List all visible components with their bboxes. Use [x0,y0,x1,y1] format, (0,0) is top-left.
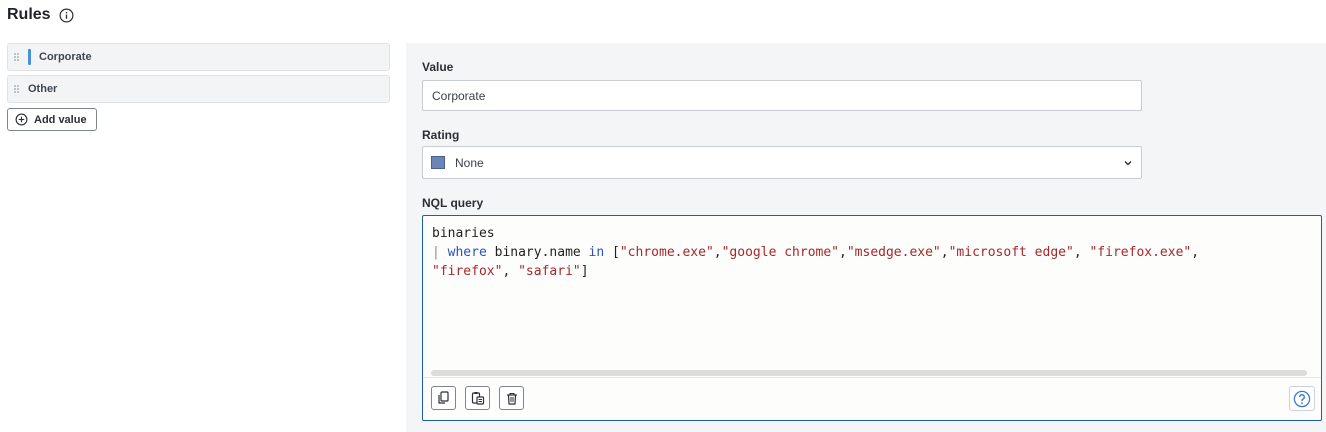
chevron-down-icon [1124,161,1132,166]
help-button[interactable] [1289,386,1315,411]
nql-query-label: NQL query [422,196,484,210]
code-token: "google chrome" [721,245,840,260]
code-token: "microsoft edge" [948,245,1074,260]
code-token: binary.name [494,245,581,260]
code-token: "firefox.exe" [1089,245,1192,260]
copy-button[interactable] [431,386,456,410]
drag-handle-icon[interactable] [13,52,21,62]
rating-color-swatch [431,156,445,169]
rule-item-label: Other [28,83,58,95]
code-token: ] [580,264,589,279]
code-token: [ [612,245,620,260]
selected-indicator [28,49,31,65]
horizontal-scrollbar[interactable] [431,370,1307,376]
code-token: binaries [432,226,495,241]
rating-value: None [455,155,484,170]
code-token: in [588,245,605,260]
copy-icon [438,391,449,404]
delete-button[interactable] [499,386,524,410]
code-token: "chrome.exe" [619,245,714,260]
drag-handle-icon[interactable] [13,84,21,94]
value-label: Value [422,60,454,74]
nql-query-editor[interactable]: binaries | where binary.name in ["chrome… [422,215,1322,421]
rule-item-label: Corporate [39,51,92,63]
code-token: "firefox" [432,264,503,279]
editor-toolbar [423,377,1321,421]
rule-detail-panel: Value Corporate Rating None NQL query bi… [406,43,1326,432]
code-token: "safari" [518,264,581,279]
page-title: Rules [7,6,51,23]
trash-icon [506,392,517,405]
help-icon [1293,390,1311,407]
rating-select[interactable]: None [422,146,1142,179]
rating-label: Rating [422,128,460,142]
plus-circle-icon [15,113,28,126]
paste-icon [471,392,484,405]
rule-item-corporate[interactable]: Corporate [7,43,390,71]
paste-button[interactable] [465,386,490,410]
add-value-label: Add value [34,113,87,126]
rules-list: Corporate Other Add value [7,43,390,131]
code-token: where [447,245,487,260]
code-token: | [432,245,440,260]
value-input[interactable]: Corporate [422,80,1142,111]
rule-item-other[interactable]: Other [7,75,390,103]
add-value-button[interactable]: Add value [7,108,97,131]
rules-header: Rules [7,6,74,24]
code-area[interactable]: binaries | where binary.name in ["chrome… [432,224,1311,281]
info-icon[interactable] [59,8,74,23]
code-token: "msedge.exe" [846,245,941,260]
